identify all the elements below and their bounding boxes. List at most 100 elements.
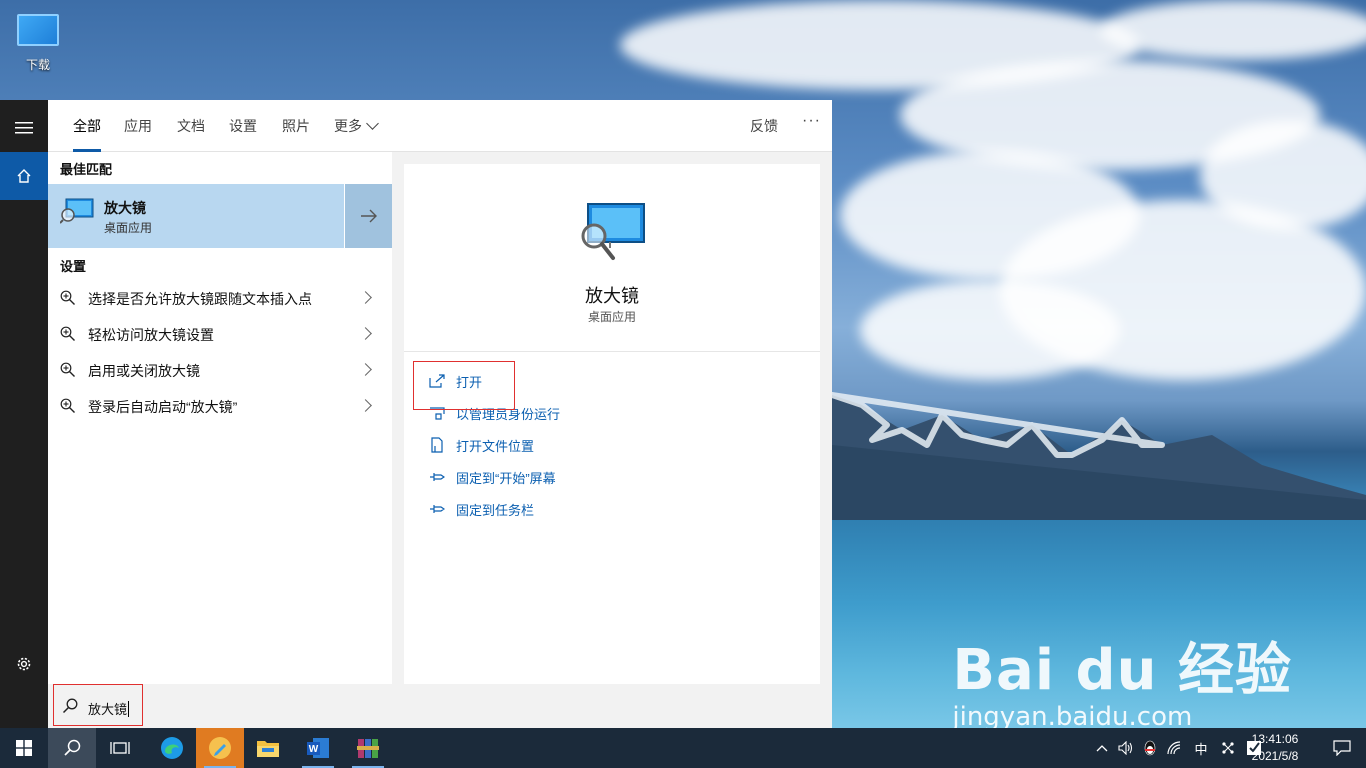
monitor-icon — [17, 14, 59, 46]
taskbar-search-button[interactable] — [48, 728, 96, 768]
word-icon: W — [307, 738, 329, 758]
pin-icon — [430, 473, 445, 481]
folder-icon — [257, 741, 279, 757]
tab-settings[interactable]: 设置 — [229, 116, 257, 136]
chevron-right-icon — [359, 327, 372, 340]
expand-details-button[interactable] — [344, 184, 392, 248]
notification-icon — [1333, 740, 1351, 756]
clock-date: 2021/5/8 — [1251, 749, 1299, 763]
system-tray: 中 — [1090, 728, 1266, 768]
input-mode-button[interactable] — [1214, 740, 1242, 756]
hamburger-menu-button[interactable] — [0, 104, 48, 152]
settings-result-item[interactable]: 选择是否允许放大镜跟随文本插入点 — [48, 280, 392, 316]
clock[interactable]: 13:41:06 2021/5/8 — [1244, 731, 1306, 765]
search-flyout: 全部 应用 文档 设置 照片 更多 反馈 ··· 最佳匹配 放大镜 桌面应用 设… — [0, 100, 832, 728]
feedback-button[interactable]: 反馈 — [750, 116, 778, 136]
best-match-heading: 最佳匹配 — [60, 162, 113, 177]
filter-tabs: 全部 应用 文档 设置 照片 更多 反馈 ··· — [48, 100, 832, 152]
settings-button[interactable] — [0, 640, 48, 688]
settings-result-item[interactable]: 启用或关闭放大镜 — [48, 352, 392, 388]
chevron-up-icon — [1096, 745, 1108, 752]
action-center-button[interactable] — [1318, 728, 1366, 768]
app-hero: 放大镜 桌面应用 — [404, 164, 820, 352]
magnifier-app-icon — [60, 198, 94, 224]
chevron-right-icon — [359, 363, 372, 376]
home-icon — [17, 169, 31, 183]
qq-tray-button[interactable] — [1138, 740, 1162, 756]
desktop-icon-label: 下载 — [25, 58, 50, 72]
tab-more-label: 更多 — [334, 118, 362, 134]
tab-all[interactable]: 全部 — [73, 116, 101, 152]
action-label: 打开文件位置 — [456, 438, 535, 454]
action-pin-to-start[interactable]: 固定到“开始”屏幕 — [428, 465, 556, 489]
ime-indicator[interactable]: 中 — [1188, 739, 1214, 758]
settings-result-item[interactable]: 登录后自动启动“放大镜” — [48, 388, 392, 424]
file-location-icon — [431, 437, 443, 453]
mountains — [832, 392, 1366, 525]
chevron-right-icon — [359, 399, 372, 412]
tab-photos[interactable]: 照片 — [282, 116, 310, 136]
edge-icon — [161, 737, 183, 759]
windows-logo-icon — [16, 740, 32, 756]
taskbar-app-winrar[interactable] — [344, 728, 392, 768]
taskbar: W 中 13:41:06 2021/5/8 — [0, 728, 1366, 768]
task-view-icon — [110, 742, 130, 754]
desktop-icon-downloads[interactable]: 下载 — [10, 10, 66, 73]
qq-penguin-icon — [1144, 740, 1156, 756]
search-panel: 全部 应用 文档 设置 照片 更多 反馈 ··· 最佳匹配 放大镜 桌面应用 设… — [48, 100, 832, 728]
arrow-right-icon — [360, 209, 377, 223]
watermark: Bai du 经验 jingyan.baidu.com — [952, 625, 1292, 732]
volume-button[interactable] — [1114, 741, 1138, 755]
action-label: 固定到“开始”屏幕 — [456, 470, 556, 486]
settings-result-label: 启用或关闭放大镜 — [88, 363, 200, 379]
left-rail — [0, 100, 48, 728]
pin-icon — [430, 505, 445, 513]
tab-more[interactable]: 更多 — [334, 116, 379, 136]
tab-apps[interactable]: 应用 — [124, 116, 152, 136]
app-title: 放大镜 — [585, 286, 639, 306]
hamburger-icon — [15, 122, 33, 134]
settings-result-label: 选择是否允许放大镜跟随文本插入点 — [88, 291, 312, 307]
home-button[interactable] — [0, 152, 48, 200]
action-label: 固定到任务栏 — [456, 502, 535, 518]
gear-icon — [17, 657, 31, 671]
zoom-in-icon — [60, 290, 75, 305]
results-list: 最佳匹配 放大镜 桌面应用 设置 选择是否允许放大镜跟随文本插入点 轻松访问放大… — [48, 152, 392, 728]
best-match-item[interactable]: 放大镜 桌面应用 — [48, 184, 392, 248]
taskbar-app-file-explorer[interactable] — [244, 728, 292, 768]
chevron-down-icon — [366, 117, 379, 130]
clock-time: 13:41:06 — [1251, 732, 1299, 746]
action-open-file-location[interactable]: 打开文件位置 — [428, 433, 534, 457]
pencil-app-icon — [209, 737, 231, 759]
taskbar-app-edge[interactable] — [148, 728, 196, 768]
task-view-button[interactable] — [96, 728, 144, 768]
action-pin-to-taskbar[interactable]: 固定到任务栏 — [428, 497, 534, 521]
watermark-brand: Bai du 经验 — [952, 638, 1292, 703]
magnifier-app-icon — [581, 203, 645, 260]
chevron-right-icon — [359, 291, 372, 304]
zoom-in-icon — [60, 362, 75, 377]
taskbar-app-pencil[interactable] — [196, 728, 244, 768]
best-match-type: 桌面应用 — [104, 221, 153, 235]
tab-documents[interactable]: 文档 — [177, 116, 205, 136]
start-button[interactable] — [0, 728, 48, 768]
settings-result-item[interactable]: 轻松访问放大镜设置 — [48, 316, 392, 352]
archive-icon — [357, 739, 379, 758]
details-pane: 放大镜 桌面应用 打开 以管理员身份运行 打开文件位置 固定到“开始”屏幕 固定… — [404, 164, 820, 688]
show-hidden-icons-button[interactable] — [1090, 744, 1114, 752]
network-button[interactable] — [1162, 741, 1188, 755]
search-box[interactable]: 放大镜 — [48, 684, 832, 728]
best-match-name: 放大镜 — [104, 200, 146, 216]
svg-text:W: W — [309, 744, 319, 755]
volume-icon — [1118, 741, 1133, 755]
settings-heading: 设置 — [60, 259, 87, 274]
settings-result-label: 轻松访问放大镜设置 — [88, 327, 214, 343]
settings-grid-icon — [1222, 742, 1234, 754]
taskbar-app-word[interactable]: W — [294, 728, 342, 768]
search-icon — [64, 739, 81, 756]
zoom-in-icon — [60, 398, 75, 413]
more-options-button[interactable]: ··· — [802, 112, 821, 130]
zoom-in-icon — [60, 326, 75, 341]
app-type: 桌面应用 — [587, 310, 636, 324]
settings-result-label: 登录后自动启动“放大镜” — [88, 399, 238, 415]
